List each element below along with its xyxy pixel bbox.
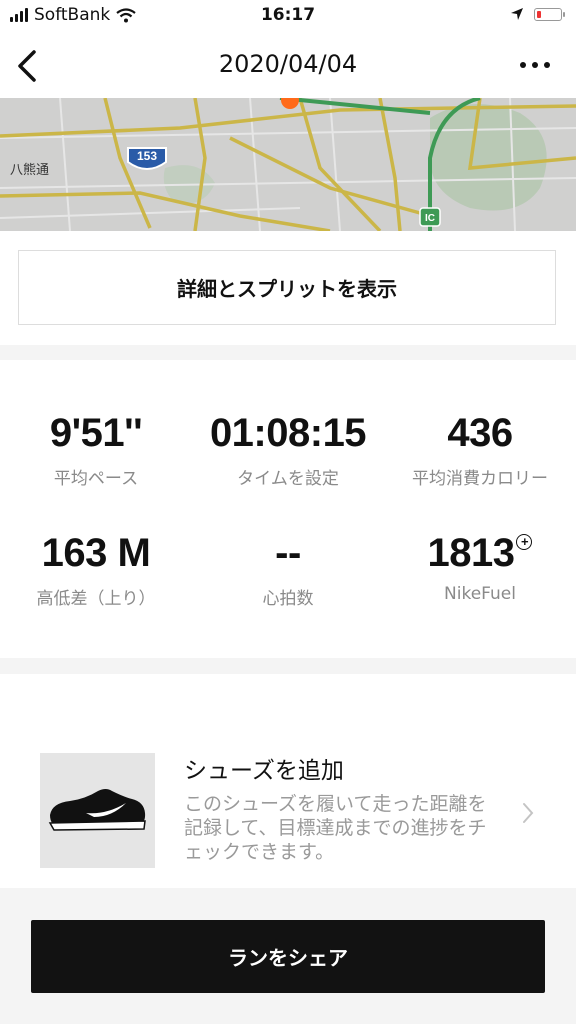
stat-label: 高低差（上り） xyxy=(36,589,156,609)
route-map[interactable]: 153 八熊通 IC xyxy=(0,98,576,231)
stats-panel: 9'51'' 平均ペース 01:08:15 タイムを設定 436 平均消費カロリ… xyxy=(0,360,576,658)
stat-value: 1813 xyxy=(427,531,515,575)
stat-nikefuel: 1813 + NikeFuel xyxy=(384,530,576,604)
status-bar: SoftBank 16:17 xyxy=(0,0,576,34)
stat-heart-rate: -- 心拍数 xyxy=(192,530,384,609)
road-number: 153 xyxy=(137,149,157,163)
stat-value: 163 M xyxy=(41,531,151,575)
stat-pace: 9'51'' 平均ペース xyxy=(0,410,192,489)
shoe-description: このシューズを履いて走った距離を記録して、目標達成までの進捗をチェックできます。 xyxy=(184,793,487,863)
sneaker-icon xyxy=(48,789,146,831)
share-run-button[interactable]: ランをシェア xyxy=(31,920,545,993)
stat-label: 心拍数 xyxy=(262,589,314,609)
status-time: 16:17 xyxy=(260,5,316,25)
plus-circle-icon: + xyxy=(516,534,533,550)
stat-value: -- xyxy=(275,531,301,575)
stat-value: 01:08:15 xyxy=(209,411,367,455)
more-horizontal-icon[interactable] xyxy=(520,62,550,68)
location-arrow-icon xyxy=(511,8,523,20)
detail-section: 詳細とスプリットを表示 xyxy=(0,231,576,345)
stat-value: 436 xyxy=(447,411,513,455)
shoe-title: シューズを追加 xyxy=(184,758,344,784)
battery-icon xyxy=(534,7,565,21)
stat-calories: 436 平均消費カロリー xyxy=(384,410,576,489)
add-shoe-card[interactable]: シューズを追加 このシューズを履いて走った距離を記録して、目標達成までの進捗をチ… xyxy=(0,674,576,888)
stat-label: NikeFuel xyxy=(444,584,516,604)
stat-elevation: 163 M 高低差（上り） xyxy=(0,530,192,609)
stat-value: 9'51'' xyxy=(49,411,143,455)
status-right xyxy=(510,7,565,21)
chevron-right-icon[interactable] xyxy=(520,800,536,826)
show-details-button[interactable]: 詳細とスプリットを表示 xyxy=(18,250,556,325)
page-title: 2020/04/04 xyxy=(218,50,358,78)
shoe-image xyxy=(40,753,155,868)
stat-time: 01:08:15 タイムを設定 xyxy=(192,410,384,489)
stat-label: 平均ペース xyxy=(53,469,139,489)
stat-label: タイムを設定 xyxy=(237,469,339,489)
map-place-label: 八熊通 xyxy=(10,162,49,178)
stat-label: 平均消費カロリー xyxy=(412,469,548,489)
interchange-label: IC xyxy=(425,213,435,224)
map-canvas: 153 八熊通 IC xyxy=(0,98,576,231)
nav-bar: 2020/04/04 xyxy=(0,34,576,98)
